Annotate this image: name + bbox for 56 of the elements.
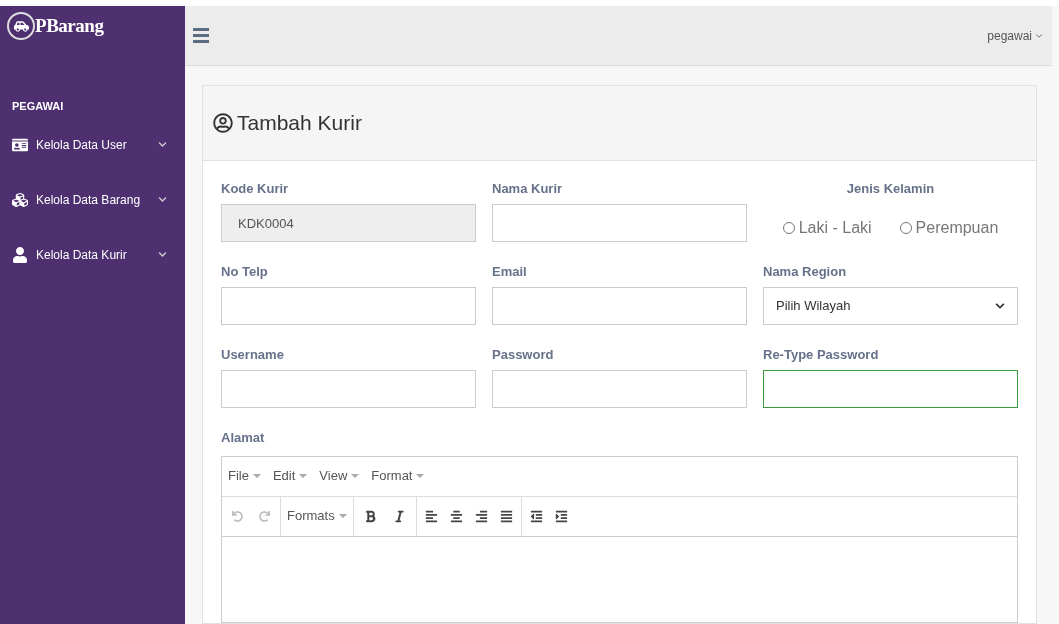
caret-icon — [299, 474, 308, 478]
editor-menu[interactable]: File — [228, 466, 261, 486]
editor-menu[interactable]: Format — [371, 466, 425, 486]
text-field[interactable] — [492, 287, 747, 325]
card-title: Tambah Kurir — [237, 110, 362, 137]
formats-dropdown[interactable]: Formats — [287, 506, 347, 526]
caret-icon — [416, 474, 425, 478]
outdent-icon[interactable] — [529, 509, 543, 523]
editor-menu[interactable]: View — [319, 466, 360, 486]
chevron-icon — [158, 140, 167, 149]
align-right-icon[interactable] — [474, 509, 488, 523]
text-field[interactable] — [763, 370, 1018, 408]
user-menu[interactable]: pegawai — [987, 26, 1044, 45]
field-label: Nama Region — [763, 263, 848, 279]
text-field[interactable] — [221, 287, 476, 325]
car-logo-icon — [7, 12, 35, 40]
sidebar-item[interactable]: Kelola Data Kurir — [0, 234, 185, 275]
user-icon — [213, 113, 233, 133]
chevron-icon — [158, 250, 167, 259]
chevron-icon — [158, 195, 167, 204]
caret-icon — [338, 514, 347, 518]
indent-icon[interactable] — [554, 509, 568, 523]
caret-icon — [351, 474, 360, 478]
section-heading: PEGAWAI — [12, 99, 64, 114]
caret-icon — [252, 474, 261, 478]
align-justify-icon[interactable] — [499, 509, 513, 523]
field-label: Username — [221, 346, 285, 362]
field-label: Alamat — [221, 429, 265, 447]
person-icon — [12, 246, 28, 263]
brand-name: PBarang — [35, 13, 104, 38]
text-field[interactable] — [221, 370, 476, 408]
gender-radio[interactable]: Laki - Laki — [782, 216, 872, 240]
field-label: Jenis Kelamin — [845, 180, 936, 196]
editor-menu[interactable]: Edit — [272, 466, 308, 486]
align-left-icon[interactable] — [424, 509, 438, 523]
code-field[interactable]: KDK0004 — [221, 204, 476, 242]
region-select[interactable]: Pilih Wilayah — [763, 287, 1018, 325]
field-label: No Telp — [221, 263, 269, 279]
cubes-icon — [12, 191, 28, 208]
italic-icon[interactable] — [392, 509, 406, 523]
align-center-icon[interactable] — [449, 509, 463, 523]
field-label: Nama Kurir — [492, 180, 564, 196]
text-field[interactable] — [492, 370, 747, 408]
sidebar-item[interactable]: Kelola Data User — [0, 124, 185, 165]
text-field[interactable] — [492, 204, 747, 242]
field-label: Kode Kurir — [221, 180, 290, 196]
field-label: Password — [492, 346, 555, 362]
field-label: Re-Type Password — [763, 346, 880, 362]
sidebar-item[interactable]: Kelola Data Barang — [0, 179, 185, 220]
menu-icon[interactable] — [193, 28, 209, 43]
bold-icon[interactable] — [363, 509, 377, 523]
id-card-icon — [12, 136, 28, 153]
gender-radio[interactable]: Perempuan — [899, 216, 999, 240]
chevron-icon — [995, 301, 1005, 311]
field-label: Email — [492, 263, 528, 279]
rich-text-editor[interactable]: File Edit View Format Formats — [221, 455, 1018, 623]
